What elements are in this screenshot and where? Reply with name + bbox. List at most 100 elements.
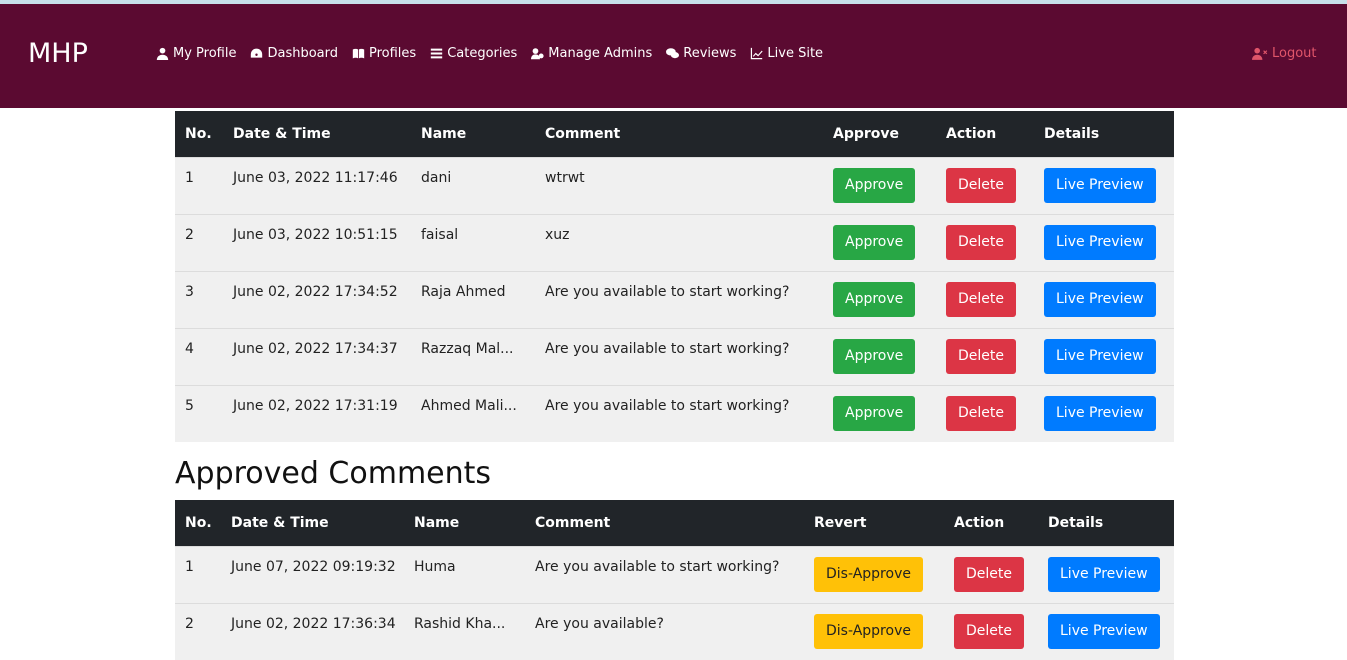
- nav-label: Reviews: [683, 46, 737, 61]
- dashboard-icon: [251, 48, 263, 58]
- pending-comments-table: No. Date & Time Name Comment Approve Act…: [175, 111, 1174, 442]
- col-header: Date & Time: [233, 125, 331, 142]
- approve-button[interactable]: Approve: [833, 395, 916, 431]
- delete-button[interactable]: Delete: [954, 556, 1024, 592]
- cell-no: 1: [185, 558, 194, 575]
- dis-approve-button[interactable]: Dis-Approve: [814, 613, 923, 649]
- cell-comment: Are you available to start working?: [545, 397, 790, 414]
- nav-label: Categories: [447, 46, 518, 61]
- approved-comments-heading: Approved Comments: [175, 456, 492, 491]
- col-header: Action: [954, 514, 1005, 531]
- col-header: Comment: [535, 514, 611, 531]
- live-preview-button[interactable]: Live Preview: [1044, 281, 1156, 317]
- table-row: 1 June 07, 2022 09:19:32 Huma Are you av…: [175, 546, 1174, 603]
- delete-button[interactable]: Delete: [946, 395, 1016, 431]
- user-times-icon: [1252, 47, 1268, 60]
- cell-name: Razzaq Mal...: [421, 340, 514, 357]
- cell-no: 2: [185, 226, 194, 243]
- cell-date: June 02, 2022 17:34:52: [233, 283, 398, 300]
- cell-comment: Are you available to start working?: [545, 340, 790, 357]
- delete-button[interactable]: Delete: [946, 224, 1016, 260]
- nav-live-site[interactable]: Live Site: [750, 46, 823, 61]
- cell-comment: wtrwt: [545, 169, 585, 186]
- book-icon: [352, 48, 365, 59]
- delete-button[interactable]: Delete: [954, 613, 1024, 649]
- cell-name: dani: [421, 169, 452, 186]
- cell-name: faisal: [421, 226, 459, 243]
- nav-menu: My Profile Dashboard Profiles Categories…: [156, 46, 823, 61]
- table-row: 2 June 03, 2022 10:51:15 faisal xuz Appr…: [175, 214, 1174, 271]
- cell-no: 2: [185, 615, 194, 632]
- col-header: Name: [414, 514, 460, 531]
- nav-my-profile[interactable]: My Profile: [156, 46, 236, 61]
- table-row: 2 June 02, 2022 17:36:34 Rashid Kha... A…: [175, 603, 1174, 660]
- cell-date: June 07, 2022 09:19:32: [231, 558, 396, 575]
- table-row: 3 June 02, 2022 17:34:52 Raja Ahmed Are …: [175, 271, 1174, 328]
- nav-label: Manage Admins: [548, 46, 653, 61]
- nav-reviews[interactable]: Reviews: [666, 46, 736, 61]
- cell-comment: Are you available to start working?: [545, 283, 790, 300]
- logout-link[interactable]: Logout: [1252, 46, 1317, 61]
- list-icon: [431, 48, 443, 59]
- nav-label: Live Site: [767, 46, 824, 61]
- live-preview-button[interactable]: Live Preview: [1044, 167, 1156, 203]
- cell-name: Ahmed Mali...: [421, 397, 517, 414]
- live-preview-button[interactable]: Live Preview: [1048, 613, 1160, 649]
- cell-name: Rashid Kha...: [414, 615, 506, 632]
- approved-comments-table: No. Date & Time Name Comment Revert Acti…: [175, 500, 1174, 660]
- nav-label: Profiles: [369, 46, 417, 61]
- approve-button[interactable]: Approve: [833, 167, 916, 203]
- navbar: MHP My Profile Dashboard Profiles Catego…: [0, 4, 1347, 108]
- cell-name: Raja Ahmed: [421, 283, 506, 300]
- col-header: No.: [185, 125, 212, 142]
- live-preview-button[interactable]: Live Preview: [1044, 395, 1156, 431]
- logout-label: Logout: [1272, 46, 1317, 61]
- cell-date: June 02, 2022 17:36:34: [231, 615, 396, 632]
- delete-button[interactable]: Delete: [946, 281, 1016, 317]
- col-header: Details: [1044, 125, 1100, 142]
- live-preview-button[interactable]: Live Preview: [1044, 338, 1156, 374]
- table-header-row: No. Date & Time Name Comment Approve Act…: [175, 111, 1174, 157]
- nav-categories[interactable]: Categories: [430, 46, 517, 61]
- cell-no: 5: [185, 397, 194, 414]
- user-icon: [156, 47, 169, 60]
- brand-logo[interactable]: MHP: [28, 38, 88, 69]
- nav-label: Dashboard: [267, 46, 338, 61]
- delete-button[interactable]: Delete: [946, 338, 1016, 374]
- col-header: No.: [185, 514, 212, 531]
- cell-comment: Are you available?: [535, 615, 664, 632]
- cell-comment: xuz: [545, 226, 570, 243]
- nav-dashboard[interactable]: Dashboard: [250, 46, 338, 61]
- live-preview-button[interactable]: Live Preview: [1048, 556, 1160, 592]
- cell-comment: Are you available to start working?: [535, 558, 780, 575]
- col-header: Comment: [545, 125, 621, 142]
- approve-button[interactable]: Approve: [833, 281, 916, 317]
- cell-date: June 02, 2022 17:31:19: [233, 397, 398, 414]
- chart-icon: [751, 47, 764, 60]
- table-header-row: No. Date & Time Name Comment Revert Acti…: [175, 500, 1174, 546]
- col-header: Details: [1048, 514, 1104, 531]
- nav-profiles[interactable]: Profiles: [352, 46, 416, 61]
- table-row: 5 June 02, 2022 17:31:19 Ahmed Mali... A…: [175, 385, 1174, 442]
- nav-manage-admins[interactable]: Manage Admins: [531, 46, 652, 61]
- approve-button[interactable]: Approve: [833, 224, 916, 260]
- cell-date: June 03, 2022 10:51:15: [233, 226, 398, 243]
- col-header: Approve: [833, 125, 900, 142]
- col-header: Revert: [814, 514, 867, 531]
- comments-icon: [666, 48, 680, 59]
- dis-approve-button[interactable]: Dis-Approve: [814, 556, 923, 592]
- col-header: Action: [946, 125, 997, 142]
- table-row: 1 June 03, 2022 11:17:46 dani wtrwt Appr…: [175, 157, 1174, 214]
- col-header: Name: [421, 125, 467, 142]
- cell-no: 4: [185, 340, 194, 357]
- admins-icon: [531, 48, 544, 60]
- live-preview-button[interactable]: Live Preview: [1044, 224, 1156, 260]
- cell-name: Huma: [414, 558, 456, 575]
- nav-label: My Profile: [173, 46, 237, 61]
- cell-date: June 03, 2022 11:17:46: [233, 169, 398, 186]
- approve-button[interactable]: Approve: [833, 338, 916, 374]
- cell-no: 1: [185, 169, 194, 186]
- table-row: 4 June 02, 2022 17:34:37 Razzaq Mal... A…: [175, 328, 1174, 385]
- delete-button[interactable]: Delete: [946, 167, 1016, 203]
- cell-date: June 02, 2022 17:34:37: [233, 340, 398, 357]
